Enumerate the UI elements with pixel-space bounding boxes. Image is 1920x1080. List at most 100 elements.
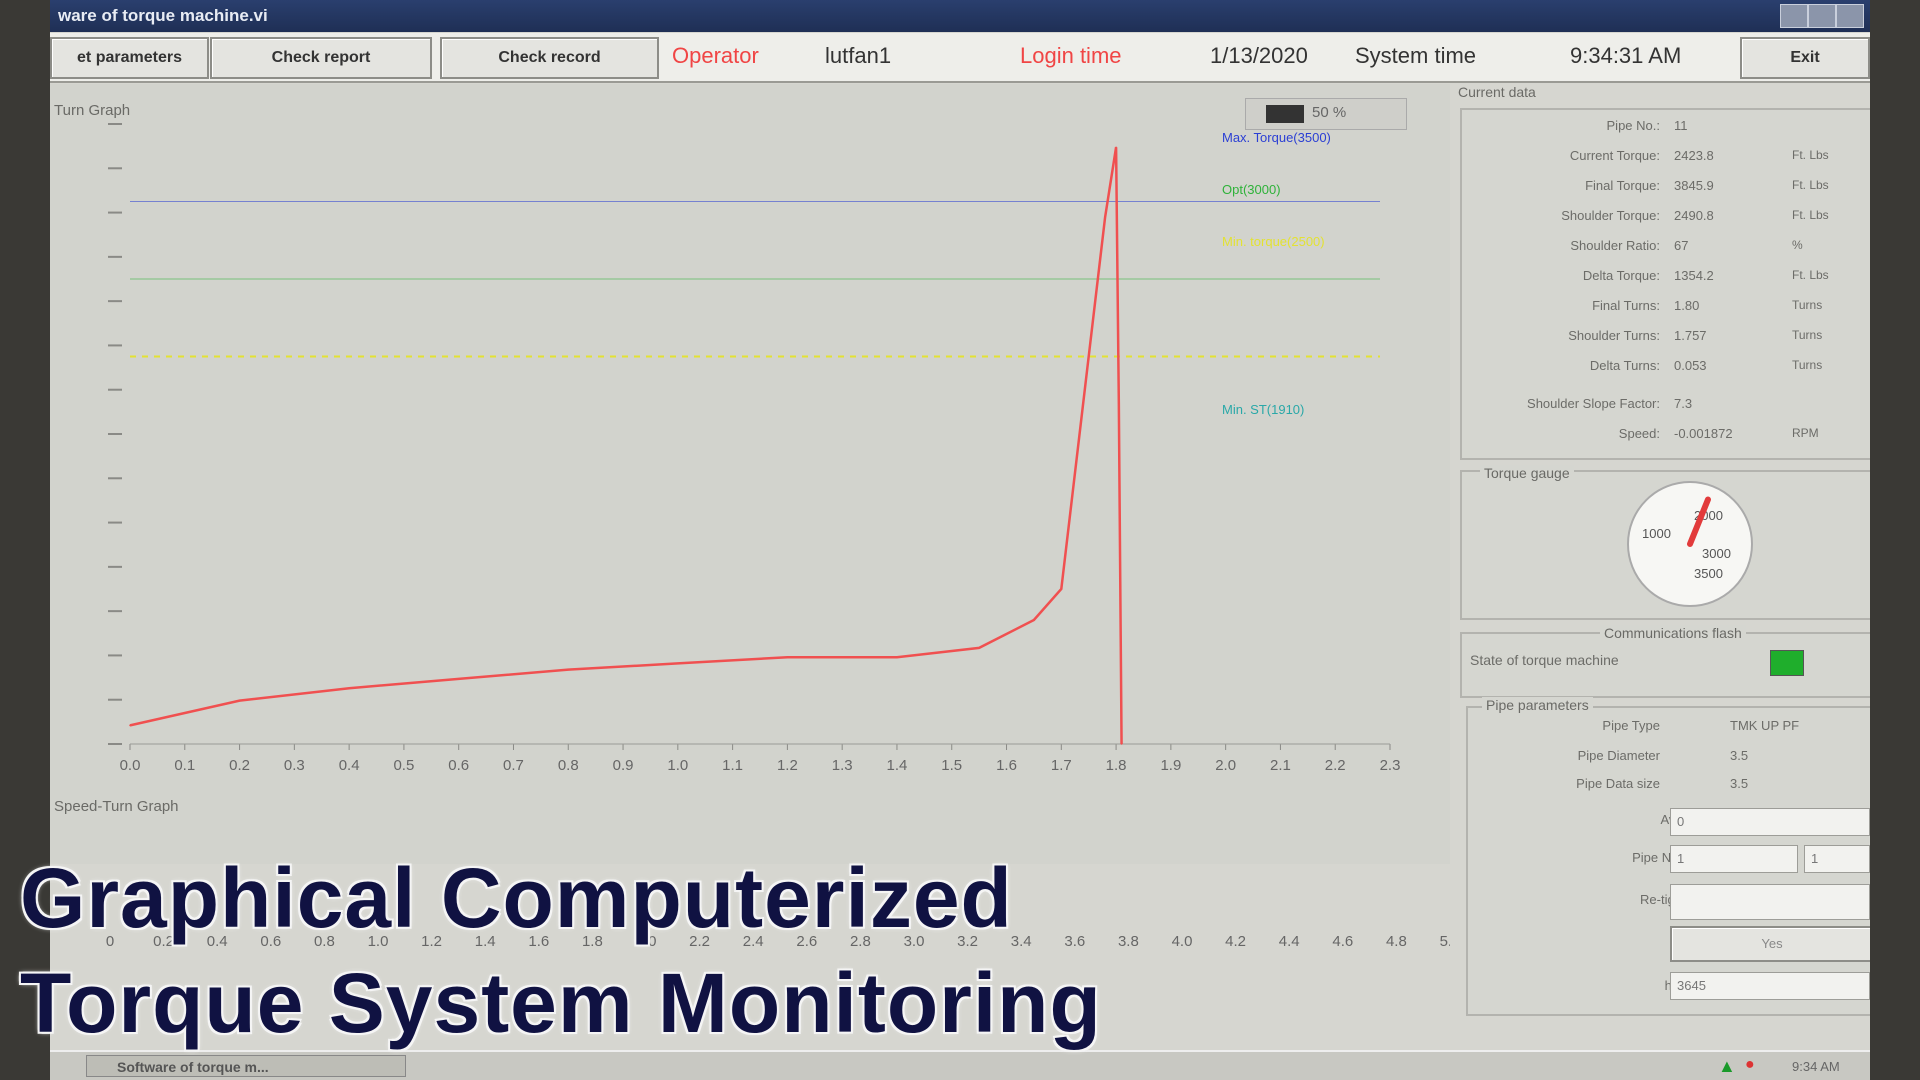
- current-data-label: Speed:: [1618, 426, 1660, 441]
- ref-label-min-torque: Min. torque(2500): [1222, 234, 1325, 249]
- torque-point: [786, 656, 789, 658]
- torque-point: [1033, 619, 1035, 621]
- retighten-input[interactable]: [1670, 884, 1870, 920]
- avalue-input[interactable]: 0: [1670, 808, 1870, 836]
- ref-label-max-torque: Max. Torque(3500): [1222, 130, 1331, 145]
- torque-point: [1120, 743, 1123, 745]
- operator-value: lutfan1: [825, 43, 892, 68]
- minimize-button[interactable]: [1780, 4, 1808, 28]
- current-data-unit: Ft. Lbs: [1792, 178, 1829, 192]
- pipe-data-size-value: 3.5: [1730, 776, 1749, 791]
- x-tick-label: 0.5: [393, 757, 414, 774]
- current-data-value: 0.053: [1674, 358, 1707, 373]
- speed-x-tick-label: 4.2: [1225, 933, 1246, 950]
- connection-status-led: [1770, 650, 1804, 676]
- torque-point: [677, 662, 679, 665]
- current-data-label: Shoulder Turns:: [1568, 328, 1660, 343]
- window-titlebar: ware of torque machine.vi: [50, 0, 1870, 32]
- system-time-value: 9:34:31 AM: [1570, 43, 1682, 68]
- gauge-label: 3500: [1694, 566, 1723, 581]
- x-tick-label: 1.4: [887, 757, 908, 774]
- x-tick-label: 1.3: [832, 757, 853, 774]
- speed-x-tick-label: 3.4: [1011, 933, 1032, 950]
- pipe-parameters-title: Pipe parameters: [1482, 697, 1593, 713]
- torque-point: [1104, 216, 1106, 218]
- x-tick-label: 2.2: [1325, 757, 1346, 774]
- current-data-value: 67: [1674, 238, 1689, 253]
- yes-button[interactable]: Yes: [1670, 926, 1870, 962]
- set-parameters-button[interactable]: et parameters: [50, 37, 209, 79]
- pipe-no-secondary-input[interactable]: 1: [1804, 845, 1870, 873]
- x-tick-label: 1.2: [777, 757, 798, 774]
- maximize-button[interactable]: [1808, 4, 1836, 28]
- current-data-value: 11: [1674, 118, 1688, 133]
- x-tick-label: 1.5: [941, 757, 962, 774]
- window-title: ware of torque machine.vi: [58, 6, 268, 25]
- height-input[interactable]: 3645: [1670, 972, 1870, 1000]
- pipe-type-label: Pipe Type: [1602, 718, 1660, 733]
- speed-x-tick-label: 3.6: [1064, 933, 1085, 950]
- caption-line-1: Graphical Computerized: [20, 851, 1013, 945]
- current-data-panel: Pipe No.: 11 Current Torque: 2423.8 Ft. Lbs F…: [1460, 108, 1870, 460]
- x-tick-label: 0.0: [120, 757, 141, 774]
- pipe-type-value: TMK UP PF: [1730, 718, 1800, 733]
- torque-point: [348, 687, 350, 689]
- login-date-value: 1/13/2020: [1210, 43, 1308, 68]
- speed-x-tick-label: 3.8: [1118, 933, 1139, 950]
- current-data-unit: RPM: [1792, 426, 1819, 440]
- current-data-label: Delta Turns:: [1589, 358, 1660, 373]
- torque-point: [978, 647, 980, 649]
- x-tick-label: 0.2: [229, 757, 250, 774]
- x-tick-label: 0.8: [558, 757, 579, 774]
- current-data-label: Delta Torque:: [1582, 268, 1660, 283]
- x-tick-label: 1.9: [1160, 757, 1181, 774]
- current-data-label: Shoulder Torque:: [1561, 208, 1660, 223]
- current-data-value: 2423.8: [1674, 148, 1714, 163]
- pipe-no-input[interactable]: 1: [1670, 845, 1798, 873]
- current-data-unit: Turns: [1792, 358, 1823, 372]
- current-data-value: -0.001872: [1674, 426, 1733, 441]
- current-data-label: Final Torque:: [1585, 178, 1660, 193]
- torque-point: [1115, 146, 1117, 149]
- speed-x-tick-label: 4.6: [1332, 933, 1353, 950]
- speed-x-tick-label: 4.0: [1172, 933, 1193, 950]
- current-data-unit: Ft. Lbs: [1792, 208, 1829, 222]
- torque-gauge-title: Torque gauge: [1480, 465, 1574, 481]
- current-data-value: 3845.9: [1674, 178, 1714, 193]
- speed-x-tick-label: 5.0: [1440, 933, 1450, 950]
- x-tick-label: 2.1: [1270, 757, 1291, 774]
- x-tick-label: 1.6: [996, 757, 1017, 774]
- close-window-button[interactable]: [1836, 4, 1864, 28]
- x-tick-label: 0.6: [448, 757, 469, 774]
- x-tick-label: 0.4: [339, 757, 360, 774]
- x-tick-label: 0.1: [174, 757, 195, 774]
- x-tick-label: 1.7: [1051, 757, 1072, 774]
- torque-point: [896, 656, 898, 658]
- x-tick-label: 0.9: [613, 757, 634, 774]
- current-data-value: 1.757: [1674, 328, 1707, 343]
- x-tick-label: 2.0: [1215, 757, 1236, 774]
- current-data-unit: Turns: [1792, 328, 1823, 342]
- torque-gauge: 1000200030003500: [1627, 481, 1753, 607]
- operator-label: Operator: [672, 43, 759, 68]
- current-data-value: 7.3: [1674, 396, 1693, 411]
- windows-taskbar: Software of torque m... ▲ ● 9:34 AM: [50, 1050, 1870, 1080]
- current-data-unit: Ft. Lbs: [1792, 148, 1829, 162]
- check-report-button[interactable]: Check report: [210, 37, 432, 79]
- caption-line-2: Torque System Monitoring: [20, 956, 1102, 1050]
- alert-tray-icon[interactable]: ●: [1745, 1056, 1755, 1074]
- login-time-label: Login time: [1020, 43, 1122, 68]
- speed-turn-graph-title: Speed-Turn Graph: [54, 798, 179, 815]
- exit-button[interactable]: Exit: [1740, 37, 1870, 79]
- current-data-unit: Turns: [1792, 298, 1823, 312]
- torque-point: [567, 668, 570, 671]
- x-tick-label: 1.1: [722, 757, 743, 774]
- current-data-unit: %: [1792, 238, 1803, 252]
- check-record-button[interactable]: Check record: [440, 37, 659, 79]
- network-tray-icon[interactable]: ▲: [1718, 1056, 1736, 1077]
- taskbar-app-button[interactable]: Software of torque m...: [86, 1055, 406, 1077]
- pipe-diameter-label: Pipe Diameter: [1577, 748, 1660, 763]
- x-tick-label: 1.0: [667, 757, 688, 774]
- current-data-label: Pipe No.:: [1606, 118, 1660, 133]
- torque-point: [1071, 495, 1074, 497]
